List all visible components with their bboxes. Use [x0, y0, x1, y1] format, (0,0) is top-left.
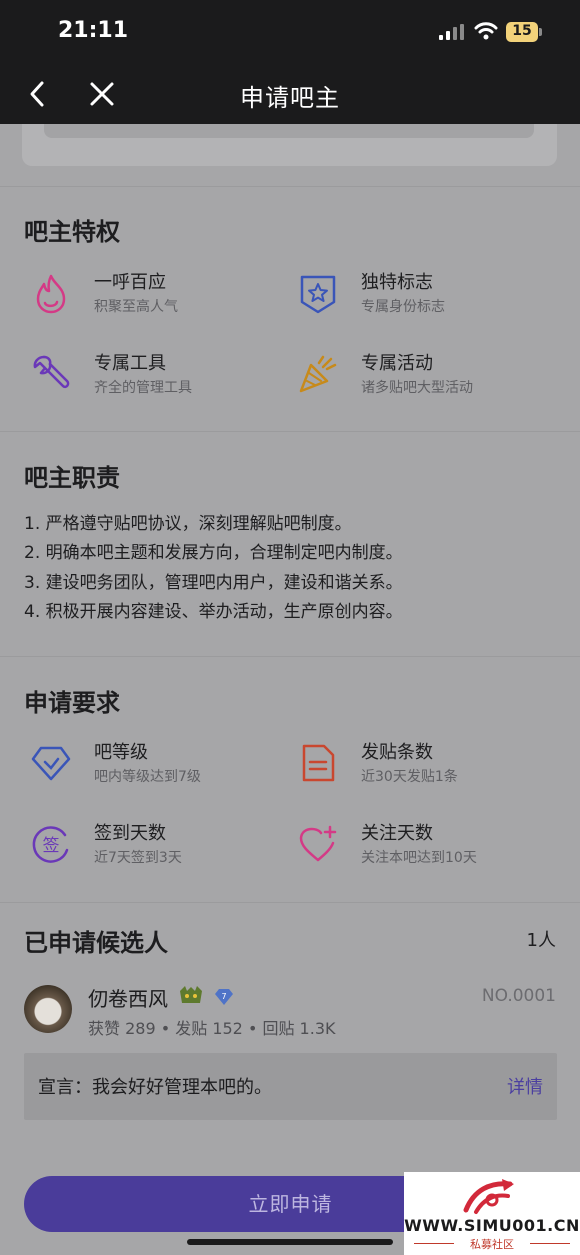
- wrench-icon: [33, 355, 70, 389]
- svg-text:7: 7: [221, 992, 226, 1001]
- requirement-item: 关注天数 关注本吧达到10天: [297, 819, 557, 879]
- battery-level: 15: [512, 23, 532, 39]
- watermark-sub: 私募社区: [470, 1238, 514, 1251]
- privilege-item: 专属活动 诸多贴吧大型活动: [297, 349, 557, 409]
- watermark-logo-icon: [463, 1179, 514, 1214]
- status-time: 21:11: [58, 18, 129, 43]
- star-badge-icon: [300, 275, 336, 314]
- privilege-subtitle: 诸多贴吧大型活动: [361, 380, 473, 396]
- requirement-item: 签 签到天数 近7天签到3天: [30, 819, 290, 879]
- requirement-subtitle: 近30天发贴1条: [361, 769, 458, 785]
- nav-bar: 申请吧主: [0, 64, 580, 124]
- privileges-heading: 吧主特权: [24, 218, 120, 246]
- requirement-subtitle: 吧内等级达到7级: [94, 769, 201, 785]
- requirement-item: 发贴条数 近30天发贴1条: [297, 738, 557, 798]
- wifi-icon: [474, 22, 498, 40]
- cellular-signal-icon: [439, 24, 464, 40]
- watermark-url: WWW.SIMU001.CN: [404, 1216, 580, 1235]
- duties-heading: 吧主职责: [24, 464, 120, 492]
- heart-plus-icon: [299, 825, 337, 862]
- level-badge-icon: 7: [215, 989, 233, 1005]
- privilege-title: 独特标志: [361, 272, 433, 293]
- privilege-subtitle: 专属身份标志: [361, 299, 445, 315]
- requirement-title: 关注天数: [361, 823, 433, 844]
- divider: [0, 431, 580, 432]
- divider: [0, 186, 580, 187]
- svg-text:签: 签: [43, 836, 60, 856]
- avatar[interactable]: [24, 985, 72, 1033]
- requirement-title: 吧等级: [94, 742, 148, 763]
- divider: [0, 902, 580, 903]
- requirements-heading: 申请要求: [24, 689, 120, 717]
- privilege-item: 一呼百应 积聚至高人气: [30, 268, 290, 328]
- declaration-box: 宣言：我会好好管理本吧的。 详情: [24, 1053, 557, 1120]
- dragon-badge-icon: [180, 986, 202, 1003]
- requirement-subtitle: 关注本吧达到10天: [361, 850, 477, 866]
- candidate-count: 1人: [526, 930, 556, 951]
- requirement-subtitle: 近7天签到3天: [94, 850, 182, 866]
- requirement-item: 吧等级 吧内等级达到7级: [30, 738, 290, 798]
- privilege-title: 一呼百应: [94, 272, 166, 293]
- level-diamond-icon: [31, 746, 71, 781]
- candidate-name[interactable]: 仞卷西风: [88, 983, 168, 1012]
- privilege-item: 独特标志 专属身份标志: [297, 268, 557, 328]
- privilege-subtitle: 齐全的管理工具: [94, 380, 192, 396]
- home-indicator: [187, 1239, 393, 1245]
- watermark: WWW.SIMU001.CN 私募社区: [404, 1172, 580, 1255]
- details-link[interactable]: 详情: [507, 1073, 543, 1099]
- collapsed-card: [22, 124, 557, 166]
- sign-in-icon: 签: [32, 826, 69, 863]
- divider: [0, 656, 580, 657]
- duty-line: 1. 严格遵守贴吧协议，深刻理解贴吧制度。: [24, 514, 352, 534]
- status-bar: 21:11 15: [0, 0, 580, 64]
- duty-line: 2. 明确本吧主题和发展方向，合理制定吧内制度。: [24, 543, 403, 563]
- requirement-title: 签到天数: [94, 823, 166, 844]
- flame-icon: [36, 274, 66, 314]
- party-popper-icon: [299, 355, 337, 393]
- candidate-stats: 获赞 289 • 发贴 152 • 回贴 1.3K: [88, 1019, 336, 1038]
- privilege-title: 专属活动: [361, 353, 433, 374]
- declaration-text: 宣言：我会好好管理本吧的。: [38, 1077, 272, 1098]
- candidate-number: NO.0001: [481, 986, 556, 1006]
- privilege-title: 专属工具: [94, 353, 166, 374]
- duty-line: 4. 积极开展内容建设、举办活动，生产原创内容。: [24, 602, 403, 622]
- privilege-subtitle: 积聚至高人气: [94, 299, 178, 315]
- requirement-title: 发贴条数: [361, 742, 433, 763]
- candidates-heading: 已申请候选人: [24, 929, 168, 957]
- battery-icon: 15: [506, 22, 542, 42]
- privilege-item: 专属工具 齐全的管理工具: [30, 349, 290, 409]
- duty-line: 3. 建设吧务团队，管理吧内用户，建设和谐关系。: [24, 573, 403, 593]
- page-title: 申请吧主: [240, 84, 340, 112]
- document-icon: [302, 744, 335, 782]
